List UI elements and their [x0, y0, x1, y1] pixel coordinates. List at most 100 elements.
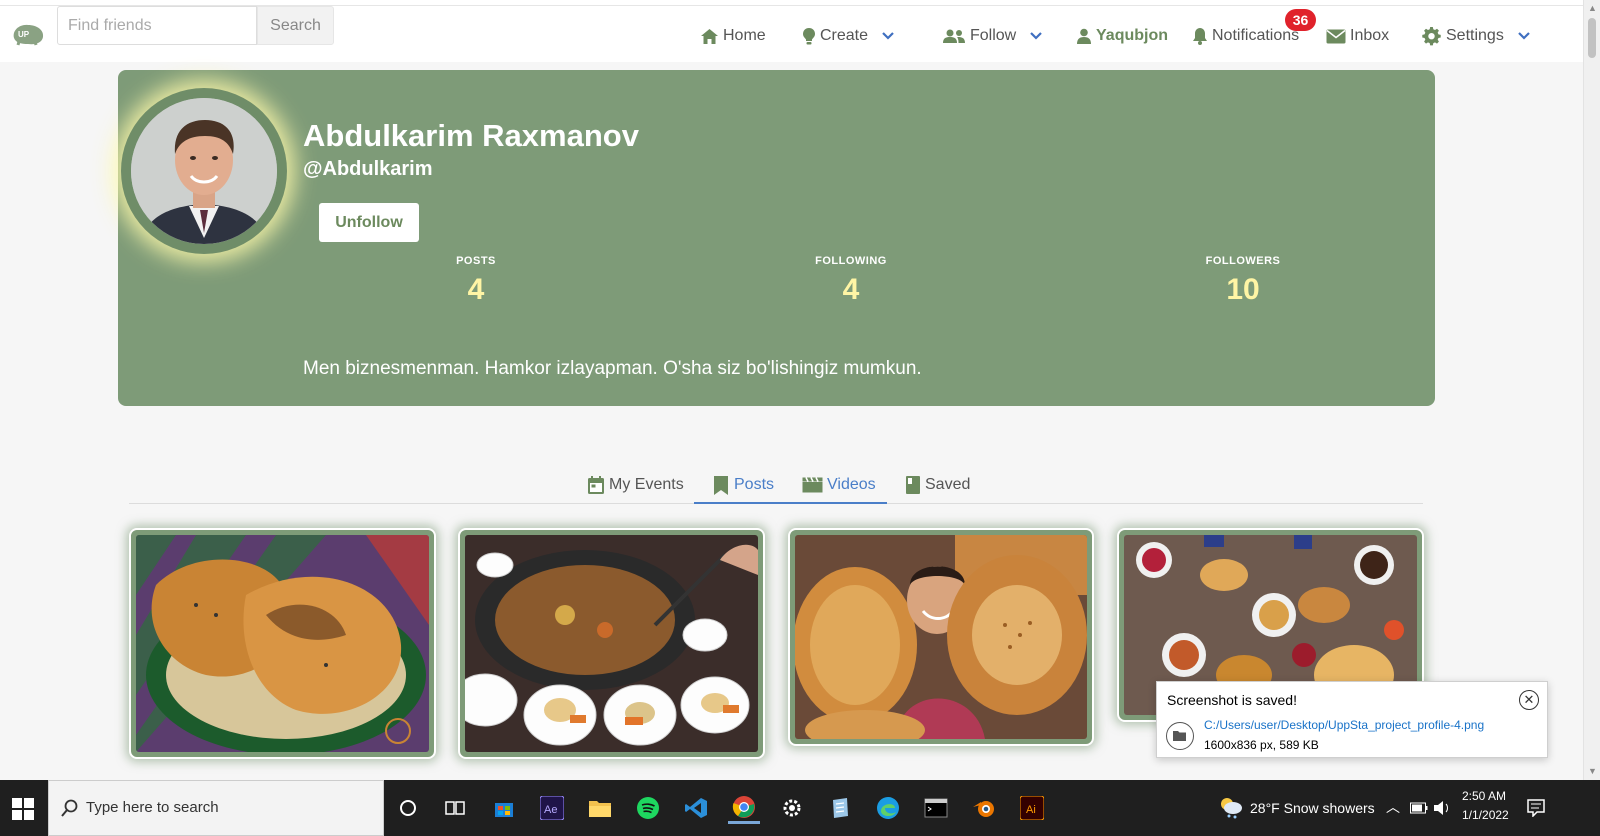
chevron-down-icon — [882, 32, 894, 40]
avatar-frame — [121, 88, 287, 254]
nav-notifications[interactable]: Notifications — [1192, 24, 1299, 48]
post-card[interactable] — [788, 528, 1094, 746]
svg-text:UP: UP — [18, 30, 30, 39]
edge-icon[interactable] — [872, 792, 904, 824]
scroll-up-arrow-icon[interactable]: ▲ — [1584, 0, 1600, 17]
nav-user-profile[interactable]: Yaqubjon — [1076, 24, 1168, 48]
windows-taskbar: Type here to search Ae Ai 28°F Snow show… — [0, 780, 1600, 836]
tab-posts[interactable]: Posts — [712, 472, 774, 498]
scroll-thumb[interactable] — [1588, 18, 1596, 58]
tab-saved-label: Saved — [925, 476, 971, 493]
bookmark-icon — [714, 475, 728, 495]
file-explorer-icon[interactable] — [584, 792, 616, 824]
folder-icon[interactable] — [1166, 722, 1194, 750]
after-effects-icon[interactable]: Ae — [536, 792, 568, 824]
stat-following-value: 4 — [842, 273, 860, 306]
notification-count-badge: 36 — [1285, 9, 1316, 31]
logo-icon[interactable]: UP — [10, 20, 46, 48]
stat-following[interactable]: FOLLOWING 4 — [771, 255, 931, 307]
scroll-down-arrow-icon[interactable]: ▼ — [1584, 763, 1600, 780]
nav-follow-label: Follow — [970, 27, 1017, 44]
tab-my-events[interactable]: My Events — [587, 472, 684, 498]
nav-settings-label: Settings — [1446, 27, 1504, 44]
post-image-samsa — [136, 535, 429, 752]
avatar-portrait-image — [131, 98, 277, 244]
stat-followers-label: FOLLOWERS — [1205, 255, 1281, 267]
home-icon — [701, 28, 718, 44]
volume-icon[interactable] — [1433, 800, 1451, 816]
stat-following-label: FOLLOWING — [815, 255, 887, 267]
nav-home[interactable]: Home — [700, 24, 766, 48]
chevron-down-icon — [1030, 32, 1043, 40]
terminal-icon[interactable] — [920, 792, 952, 824]
stat-posts[interactable]: POSTS 4 — [396, 255, 556, 307]
stat-followers[interactable]: FOLLOWERS 10 — [1163, 255, 1323, 307]
user-icon — [1077, 28, 1091, 44]
blender-icon[interactable] — [968, 792, 1000, 824]
cortana-icon[interactable] — [392, 792, 424, 824]
windows-start-icon[interactable] — [12, 798, 34, 820]
profile-handle: @Abdulkarim — [303, 158, 433, 180]
illustrator-icon[interactable]: Ai — [1016, 792, 1048, 824]
nav-create-label: Create — [820, 27, 869, 44]
stat-posts-value: 4 — [467, 273, 485, 306]
action-center-icon[interactable] — [1527, 799, 1545, 817]
nav-inbox-label: Inbox — [1350, 27, 1390, 44]
envelope-icon — [1326, 29, 1346, 43]
settings-gear-icon[interactable] — [776, 792, 808, 824]
avatar — [131, 98, 277, 244]
post-image-bread — [795, 535, 1087, 739]
nav-inbox[interactable]: Inbox — [1326, 24, 1389, 48]
profile-name: Abdulkarim Raxmanov — [303, 118, 639, 153]
nav-user-label: Yaqubjon — [1096, 27, 1168, 44]
post-card[interactable] — [458, 528, 765, 759]
stat-followers-value: 10 — [1226, 273, 1260, 306]
unfollow-button[interactable]: Unfollow — [319, 203, 419, 242]
tab-videos-label: Videos — [827, 476, 876, 493]
screenshot-saved-toast: Screenshot is saved! ✕ C:/Users/user/Des… — [1156, 681, 1548, 758]
task-view-icon[interactable] — [439, 792, 471, 824]
profile-bio: Men biznesmenman. Hamkor izlayapman. O's… — [303, 358, 922, 379]
notepad-icon[interactable] — [824, 792, 856, 824]
nav-settings[interactable]: Settings — [1422, 24, 1530, 48]
bell-icon — [1193, 28, 1207, 45]
users-icon — [943, 29, 965, 43]
nav-notifications-label: Notifications — [1212, 27, 1300, 44]
navbar: UP Search Home Create Follow Yaqubjon No… — [0, 6, 1583, 62]
tab-posts-label: Posts — [734, 476, 775, 493]
close-icon[interactable]: ✕ — [1519, 690, 1539, 710]
microsoft-store-icon[interactable] — [488, 792, 520, 824]
lightbulb-icon — [803, 27, 815, 44]
vscode-icon[interactable] — [680, 792, 712, 824]
clapperboard-icon — [802, 477, 823, 493]
battery-icon[interactable] — [1410, 802, 1428, 814]
toast-title: Screenshot is saved! — [1167, 692, 1297, 708]
tab-my-events-label: My Events — [609, 476, 684, 493]
svg-text:Ai: Ai — [1026, 804, 1036, 816]
find-friends-input[interactable] — [57, 6, 257, 45]
active-tab-indicator — [694, 502, 887, 504]
toast-file-path-link[interactable]: C:/Users/user/Desktop/UppSta_project_pro… — [1204, 718, 1484, 732]
page-scrollbar[interactable]: ▲ ▼ — [1583, 0, 1600, 780]
book-icon — [906, 476, 920, 494]
chrome-icon[interactable] — [728, 792, 760, 824]
nav-home-label: Home — [723, 27, 766, 44]
calendar-icon — [588, 476, 604, 494]
spotify-icon[interactable] — [632, 792, 664, 824]
search-button[interactable]: Search — [257, 6, 334, 45]
toast-file-info: 1600x836 px, 589 KB — [1204, 738, 1319, 752]
weather-snow-icon — [1221, 798, 1242, 819]
nav-follow[interactable]: Follow — [942, 24, 1043, 48]
tab-saved[interactable]: Saved — [905, 472, 970, 498]
stat-posts-label: POSTS — [456, 255, 496, 267]
tab-videos[interactable]: Videos — [802, 472, 876, 498]
tray-chevron-up-icon[interactable]: ︿ — [1386, 797, 1400, 817]
svg-text:Ae: Ae — [544, 804, 557, 816]
nav-create[interactable]: Create — [802, 24, 894, 48]
clock-date[interactable]: 1/1/2022 — [1462, 808, 1509, 822]
weather-text[interactable]: 28°F Snow showers — [1250, 800, 1375, 816]
clock-time[interactable]: 2:50 AM — [1462, 789, 1506, 803]
gear-icon — [1422, 26, 1441, 46]
post-image-cauldron — [465, 535, 758, 752]
post-card[interactable] — [129, 528, 436, 759]
